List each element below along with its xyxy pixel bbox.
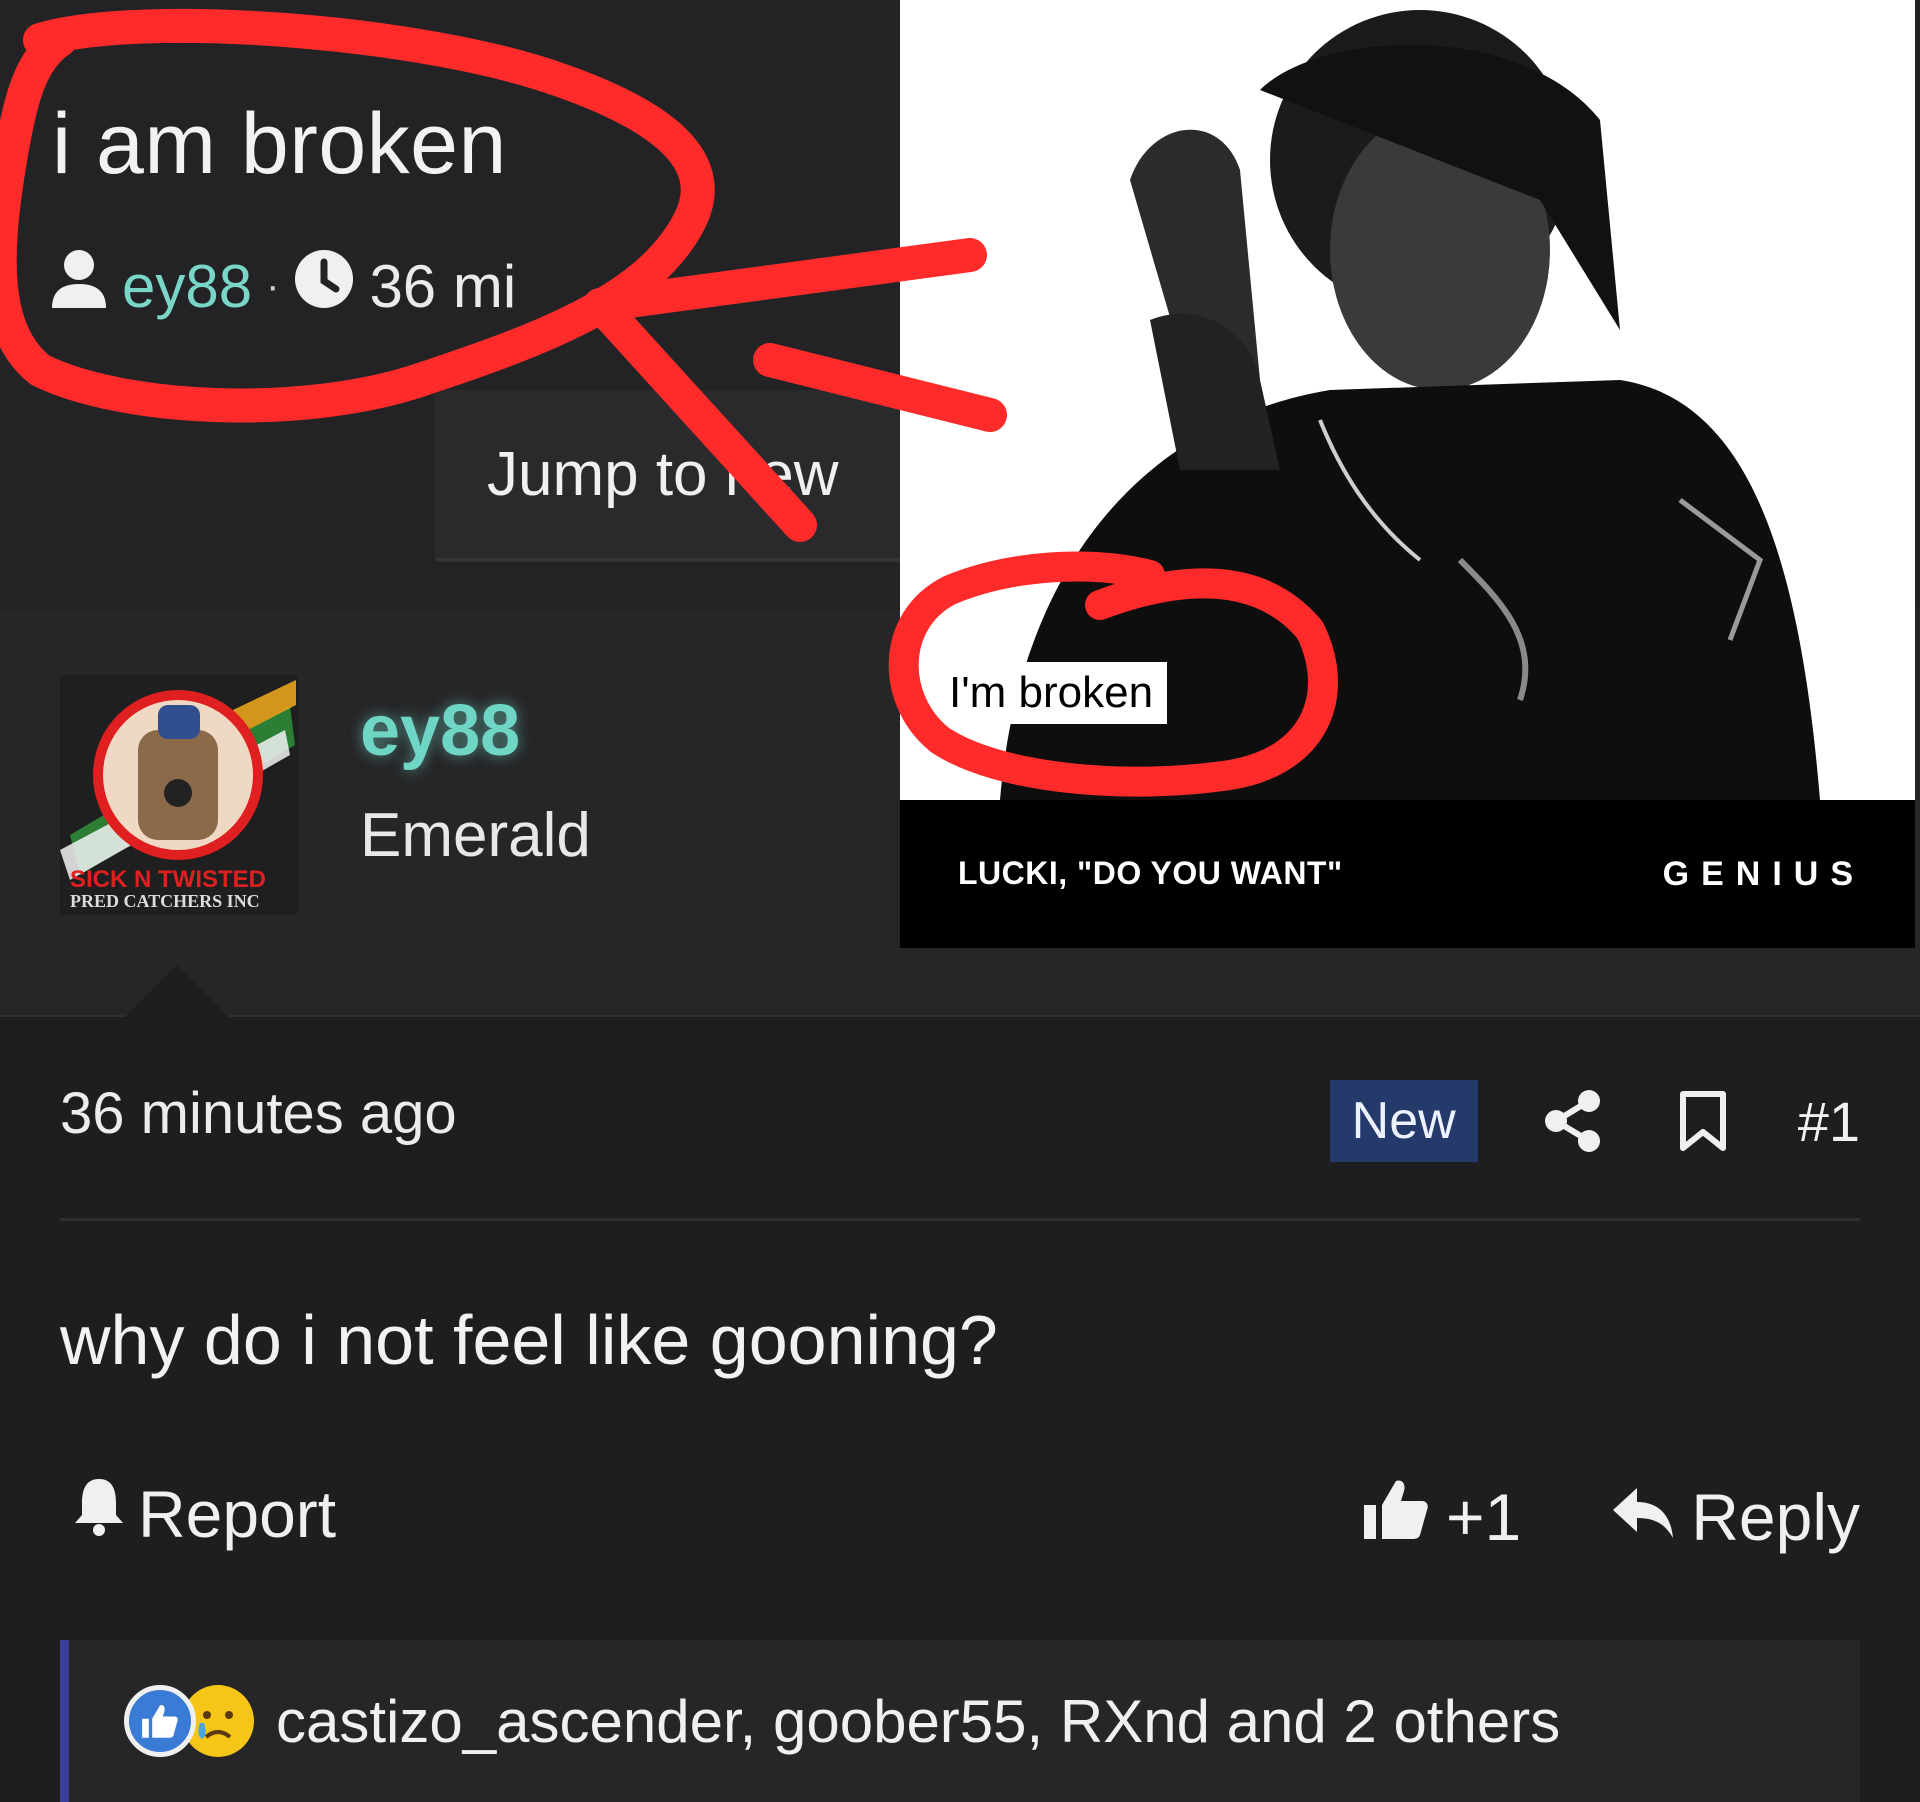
post-actions-top: New #1: [1329, 1080, 1860, 1162]
report-button[interactable]: Report: [72, 1475, 336, 1552]
user-icon: [50, 248, 108, 324]
reaction-actions: +1 Reply: [1362, 1475, 1860, 1558]
post-caret: [125, 965, 229, 1017]
bell-icon: [72, 1475, 126, 1552]
post-body: why do i not feel like gooning?: [60, 1301, 998, 1379]
thread-header: i am broken ey88 · 36 mi Jump to new: [0, 0, 900, 610]
svg-text:PRED CATCHERS INC: PRED CATCHERS INC: [70, 891, 260, 911]
meta-separator: ·: [266, 263, 280, 308]
reply-icon: [1611, 1479, 1675, 1555]
like-reaction-icon: [124, 1685, 196, 1757]
post-username[interactable]: ey88: [360, 690, 520, 772]
post-number-link[interactable]: #1: [1798, 1089, 1860, 1154]
user-rank: Emerald: [360, 801, 591, 870]
reactions-summary[interactable]: castizo_ascender, goober55, RXnd and 2 o…: [60, 1640, 1860, 1802]
reply-label: Reply: [1691, 1479, 1860, 1554]
thread-time: 36 mi: [369, 252, 517, 320]
bookmark-icon[interactable]: [1668, 1086, 1738, 1156]
reactions-users[interactable]: castizo_ascender, goober55, RXnd and 2 o…: [276, 1687, 1560, 1756]
like-count: +1: [1446, 1479, 1522, 1554]
post-divider: [60, 1218, 1860, 1221]
new-badge: New: [1329, 1080, 1478, 1162]
thread-author-link[interactable]: ey88: [122, 252, 252, 321]
thread-meta: ey88 · 36 mi: [50, 250, 516, 322]
jump-to-new-button[interactable]: Jump to new: [435, 390, 900, 562]
lyric-label: I'm broken: [935, 662, 1168, 724]
thread-title: i am broken: [52, 96, 507, 192]
reply-button[interactable]: Reply: [1611, 1479, 1860, 1555]
svg-text:SICK N TWISTED: SICK N TWISTED: [70, 866, 266, 893]
like-button[interactable]: +1: [1362, 1475, 1521, 1558]
genius-logo: GENIUS: [1662, 855, 1865, 893]
thumbs-up-icon: [1362, 1475, 1430, 1558]
share-icon[interactable]: [1538, 1086, 1608, 1156]
post-time: 36 minutes ago: [60, 1081, 457, 1146]
avatar[interactable]: SICK N TWISTED PRED CATCHERS INC: [60, 675, 298, 915]
clock-icon: [293, 248, 355, 324]
report-label: Report: [138, 1476, 337, 1551]
genius-caption: LUCKI, "DO YOU WANT": [958, 855, 1343, 891]
genius-lyric-image: I'm broken LUCKI, "DO YOU WANT" GENIUS: [900, 0, 1915, 948]
